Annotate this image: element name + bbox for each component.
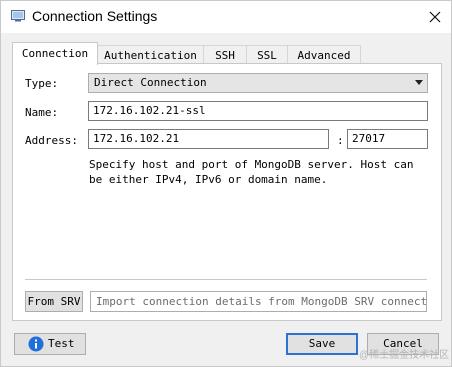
name-input[interactable]: 172.16.102.21-ssl [88,101,428,121]
connection-settings-window: Connection Settings Connection Authentic… [0,0,452,367]
tab-advanced[interactable]: Advanced [287,45,361,65]
tab-connection[interactable]: Connection [12,42,98,65]
title-bar: Connection Settings [1,1,451,33]
from-srv-button[interactable]: From SRV [25,291,83,312]
connection-type-select[interactable]: Direct Connection [88,73,428,93]
address-hint-text: Specify host and port of MongoDB server.… [89,158,414,186]
test-button[interactable]: Test [14,333,86,355]
window-app-icon [11,10,25,22]
save-button[interactable]: Save [286,333,358,355]
tab-authentication[interactable]: Authentication [97,45,204,65]
address-port-input[interactable]: 27017 [347,129,428,149]
info-icon [28,336,44,352]
address-label: Address: [25,134,78,147]
type-label: Type: [25,77,59,90]
close-icon[interactable] [425,7,445,27]
connection-type-value: Direct Connection [94,76,207,89]
test-button-label: Test [48,337,75,350]
address-host-input[interactable]: 172.16.102.21 [88,129,329,149]
tab-ssl[interactable]: SSL [246,45,288,65]
dropdown-arrow-icon [415,80,423,85]
watermark-text: @稀土掘金技术社区 [359,350,450,361]
port-separator: : [337,134,344,147]
name-label: Name: [25,106,59,119]
srv-import-input[interactable]: Import connection details from MongoDB S… [90,291,427,312]
divider [25,279,427,280]
window-title: Connection Settings [32,8,158,24]
tab-ssh[interactable]: SSH [203,45,247,65]
